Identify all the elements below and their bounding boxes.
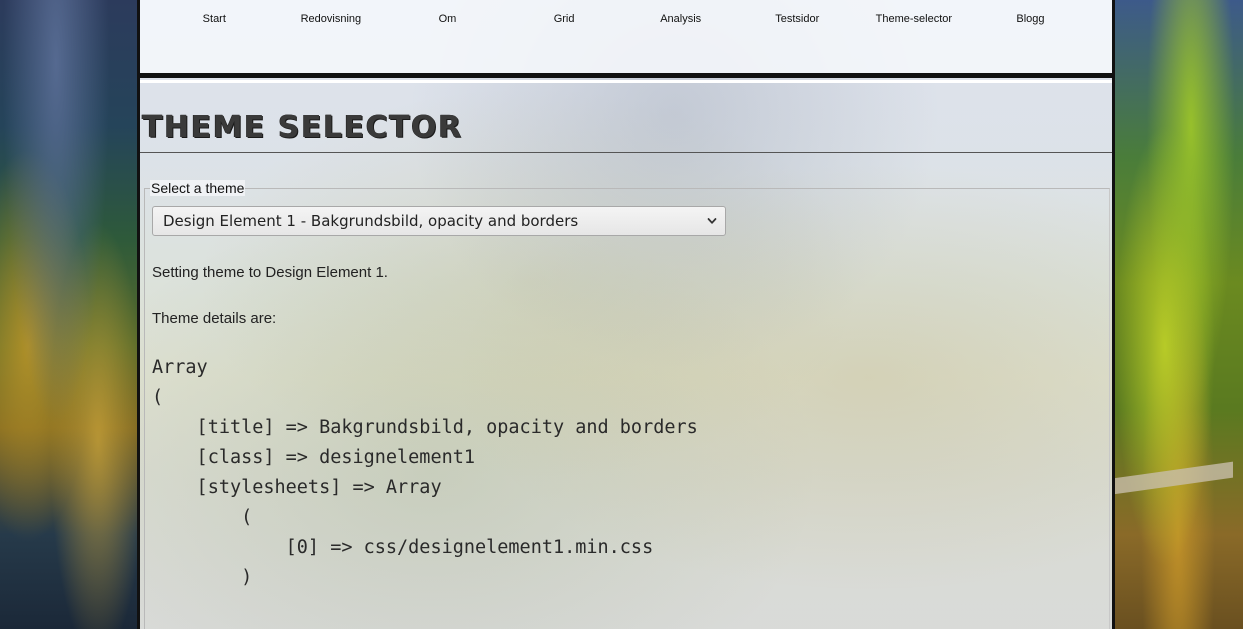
nav-divider [140,80,1112,83]
theme-set-message: Setting theme to Design Element 1. [152,264,388,281]
theme-array-dump: Array ( [title] => Bakgrundsbild, opacity… [152,353,698,593]
fieldset-legend: Select a theme [150,180,246,196]
nav-item-redovisning[interactable]: Redovisning [273,13,390,25]
theme-details-label: Theme details are: [152,310,277,327]
chevron-down-icon [707,218,717,224]
nav-list: Start Redovisning Om Grid Analysis Tests… [156,13,1089,25]
code-line: [class] => designelement1 [152,447,476,468]
background-left-scenery [0,0,140,629]
nav-item-testsidor[interactable]: Testsidor [739,13,856,25]
theme-select[interactable]: Design Element 1 - Bakgrundsbild, opacit… [152,206,726,236]
nav-item-blogg[interactable]: Blogg [972,13,1089,25]
navbar: Start Redovisning Om Grid Analysis Tests… [140,0,1112,78]
code-line: Array [152,357,208,378]
background-right-scenery [1113,0,1243,629]
page-title: Theme selector [142,110,463,145]
theme-select-value: Design Element 1 - Bakgrundsbild, opacit… [163,212,579,230]
code-line: ( [152,507,253,528]
code-line: [title] => Bakgrundsbild, opacity and bo… [152,417,698,438]
code-line: ) [152,567,253,588]
code-line: [stylesheets] => Array [152,477,442,498]
nav-item-om[interactable]: Om [389,13,506,25]
nav-item-grid[interactable]: Grid [506,13,623,25]
nav-item-start[interactable]: Start [156,13,273,25]
title-divider [140,152,1112,153]
code-line: [0] => css/designelement1.min.css [152,537,654,558]
nav-item-analysis[interactable]: Analysis [622,13,739,25]
nav-item-theme-selector[interactable]: Theme-selector [856,13,973,25]
page-container: Start Redovisning Om Grid Analysis Tests… [137,0,1115,629]
code-line: ( [152,387,164,408]
